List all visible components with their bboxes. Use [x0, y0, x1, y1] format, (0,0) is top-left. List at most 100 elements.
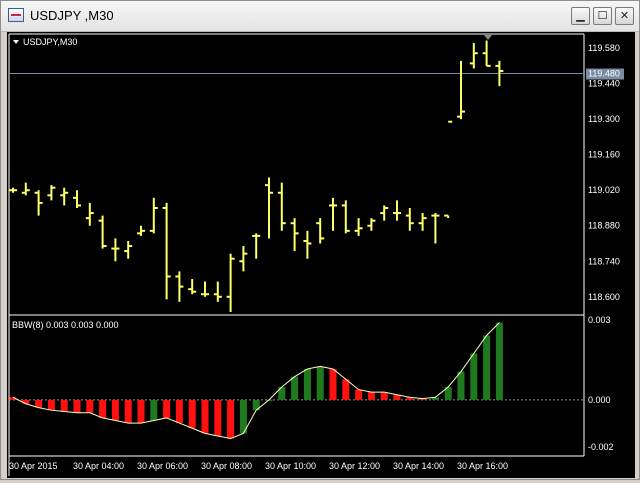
ohlc-bar [341, 200, 350, 234]
time-tick-label: 30 Apr 2015 [9, 461, 58, 471]
histogram-bar [60, 399, 68, 412]
chart-area[interactable]: USDJPY,M30 BBW(8) 0.003 0.003 0.000 119.… [7, 32, 635, 478]
histogram-bar [163, 399, 171, 418]
ohlc-bar [85, 202, 94, 226]
histogram-bar [367, 392, 375, 400]
ohlc-bar [405, 207, 414, 231]
ohlc-bar [124, 240, 133, 259]
histogram-bar [201, 399, 209, 434]
price-tick-label: 118.740 [588, 256, 620, 266]
histogram-bar [303, 368, 311, 400]
ohlc-bar [457, 60, 465, 120]
ohlc-bar [431, 213, 440, 244]
ohlc-bar [111, 238, 120, 262]
histogram-bar [457, 371, 465, 400]
ohlc-bar [98, 215, 107, 249]
ohlc-bar [444, 120, 453, 219]
bbw-histogram [9, 322, 503, 439]
histogram-bar [291, 376, 299, 400]
ohlc-bar [316, 218, 325, 244]
ohlc-bar [290, 218, 299, 252]
price-tick-label: 118.600 [588, 292, 620, 302]
ohlc-bar [137, 225, 145, 236]
time-tick-label: 30 Apr 16:00 [457, 461, 508, 471]
histogram-bar [188, 399, 196, 429]
price-tick-label: 119.160 [588, 150, 620, 160]
title-bar[interactable]: USDJPY ,M30 ▁ ☐ ✕ [1, 1, 639, 32]
time-axis: 30 Apr 2015 30 Apr 04:00 30 Apr 06:00 30… [9, 461, 508, 471]
price-axis: 119.580 119.440 119.300 119.160 119.020 … [588, 43, 620, 302]
ohlc-bar [213, 281, 222, 302]
ohlc-bar [226, 253, 235, 312]
chart-shift-marker-icon[interactable] [484, 35, 492, 40]
price-tick-label: 119.580 [588, 43, 620, 53]
minimize-button[interactable]: ▁ [571, 7, 590, 25]
histogram-bar [214, 399, 222, 436]
histogram-bar [73, 399, 81, 413]
price-tick-label: 118.880 [588, 221, 620, 231]
chart-window: USDJPY ,M30 ▁ ☐ ✕ USDJPY,M30 BBW(8) 0.00… [0, 0, 640, 480]
histogram-bar [342, 379, 350, 400]
time-tick-label: 30 Apr 10:00 [265, 461, 316, 471]
indicator-tick-label: -0.002 [588, 442, 614, 452]
histogram-bar [175, 399, 183, 424]
close-icon: ✕ [619, 9, 630, 22]
histogram-bar [470, 353, 478, 400]
histogram-bar [316, 366, 324, 400]
histogram-bar [380, 392, 388, 400]
ohlc-bar [47, 185, 56, 201]
price-bars [9, 40, 504, 312]
price-tick-label: 119.020 [588, 185, 620, 195]
histogram-bar [99, 399, 107, 418]
indicator-tick-label: 0.000 [588, 395, 611, 405]
histogram-bar [227, 399, 235, 439]
indicator-axis: 0.003 0.000 -0.002 [588, 315, 614, 452]
ohlc-bar [265, 177, 273, 239]
ohlc-bar [21, 182, 30, 196]
ohlc-bar [482, 40, 491, 67]
time-tick-label: 30 Apr 08:00 [201, 461, 252, 471]
maximize-button[interactable]: ☐ [593, 7, 612, 25]
bbw-line [12, 322, 500, 440]
price-tick-label: 119.440 [588, 79, 620, 89]
histogram-bar [22, 399, 30, 404]
ohlc-bar [252, 233, 261, 259]
ohlc-bar [201, 281, 209, 297]
ohlc-bar [162, 202, 171, 300]
ohlc-bar [149, 197, 158, 234]
ohlc-bar [329, 197, 337, 231]
panel-collapse-icon[interactable] [13, 40, 19, 44]
histogram-bar [355, 389, 363, 400]
ohlc-bar [380, 205, 389, 221]
indicator-tick-label: 0.003 [588, 315, 611, 325]
histogram-bar [111, 399, 119, 421]
time-tick-label: 30 Apr 14:00 [393, 461, 444, 471]
ohlc-bar [303, 230, 312, 259]
window-title: USDJPY ,M30 [30, 8, 114, 23]
maximize-icon: ☐ [597, 9, 608, 22]
minimize-icon: ▁ [576, 9, 585, 22]
histogram-bar [47, 399, 55, 411]
ohlc-bar [469, 43, 478, 69]
ohlc-bar [277, 182, 286, 231]
ohlc-bar [239, 246, 248, 272]
histogram-bar [329, 368, 337, 400]
close-button[interactable]: ✕ [615, 7, 634, 25]
chart-canvas[interactable]: USDJPY,M30 BBW(8) 0.003 0.003 0.000 119.… [7, 32, 635, 478]
current-price-label: 119.480 [588, 69, 620, 79]
time-tick-label: 30 Apr 12:00 [329, 461, 380, 471]
ohlc-bar [418, 213, 427, 231]
chart-window-icon [8, 8, 24, 22]
ohlc-bar [393, 200, 401, 221]
histogram-bar [124, 399, 132, 424]
ohlc-bar [367, 218, 376, 231]
ohlc-bar [9, 187, 17, 193]
histogram-bar [137, 399, 145, 424]
ohlc-bar [34, 190, 43, 216]
time-tick-label: 30 Apr 06:00 [137, 461, 188, 471]
main-panel-label: USDJPY,M30 [23, 37, 77, 47]
ohlc-bar [60, 187, 69, 206]
ohlc-bar [175, 271, 184, 302]
ohlc-bar [188, 279, 197, 295]
ohlc-bar [73, 190, 81, 208]
